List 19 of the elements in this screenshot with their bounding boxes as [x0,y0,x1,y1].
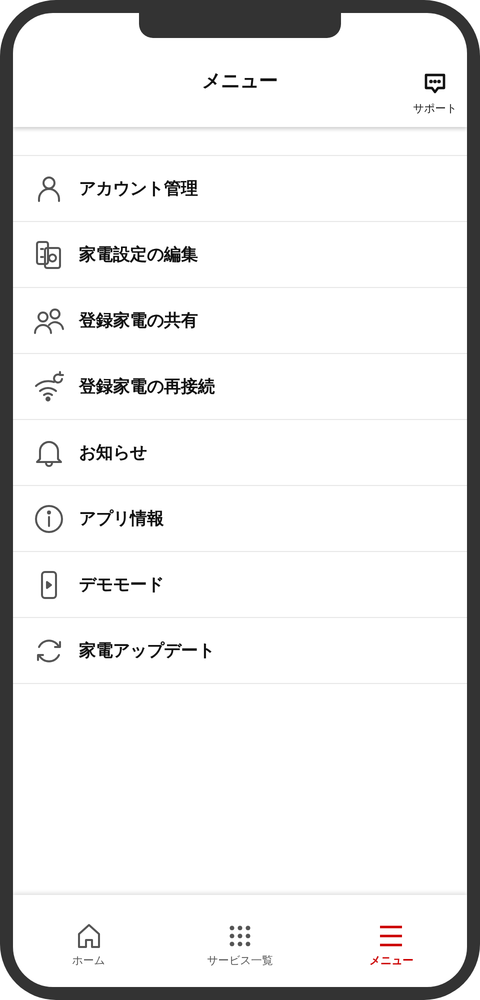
menu-item[interactable]: 家電設定の編集 [13,222,467,288]
menu-item[interactable]: お知らせ [13,420,467,486]
home-icon [76,923,102,949]
nav-tab[interactable]: サービス一覧 [164,895,316,987]
menu-item[interactable]: アカウント管理 [13,156,467,222]
page-title: メニュー [202,69,278,94]
menu-item[interactable]: 家電アップデート [13,618,467,684]
menu-item[interactable]: デモモード [13,552,467,618]
nav-tab[interactable]: メニュー [316,895,467,987]
menu-item[interactable]: 登録家電の再接続 [13,354,467,420]
menu-item[interactable]: 登録家電の共有 [13,288,467,354]
wifi-refresh-icon [33,370,65,402]
menu-icon [378,923,404,949]
support-button[interactable]: サポート [413,73,457,116]
info-icon [33,502,65,534]
menu-item[interactable]: アプリ情報 [13,486,467,552]
chat-icon [423,73,447,95]
nav-tab[interactable]: ホーム [13,895,164,987]
grid-icon [226,923,253,949]
